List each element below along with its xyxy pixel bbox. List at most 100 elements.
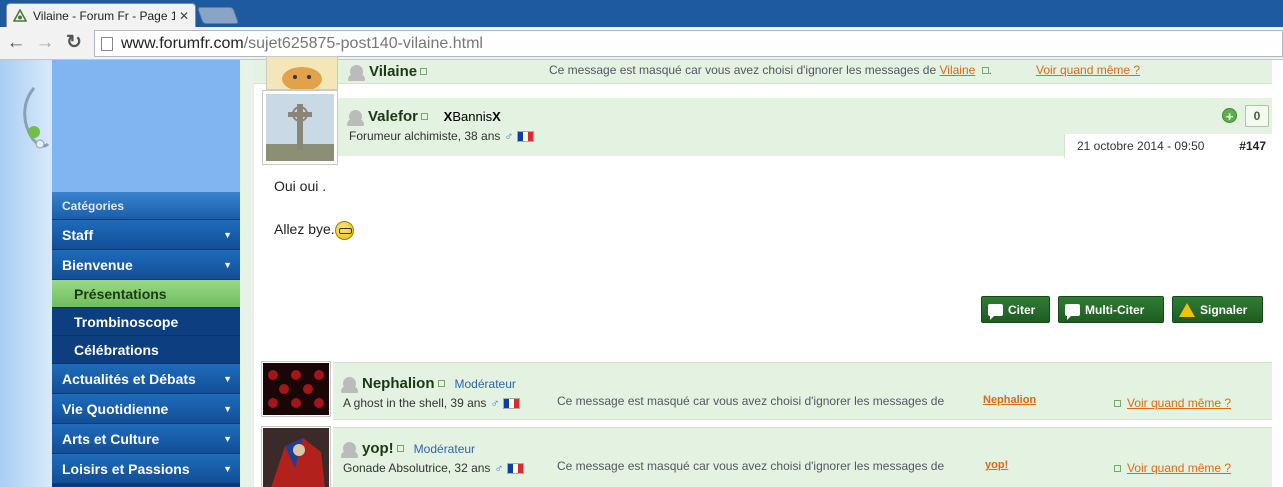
post-body-text: Allez bye. [274, 221, 335, 238]
plus-reputation-icon[interactable]: + [1222, 108, 1237, 124]
sidebar-subitem-celebrations[interactable]: Célébrations [52, 336, 240, 364]
post-nephalion-hidden: Nephalion Modérateur A ghost in the shell… [333, 362, 1272, 420]
sidebar-item-bienvenue[interactable]: Bienvenue ▼ [52, 250, 240, 280]
address-bar[interactable]: www.forumfr.com/sujet625875-post140-vila… [94, 30, 1283, 57]
report-button-label: Signaler [1200, 302, 1248, 317]
vilaine-user: Vilaine [348, 63, 428, 82]
sidebar-item-staff[interactable]: Staff ▼ [52, 220, 240, 250]
multi-quote-button[interactable]: Multi-Citer [1058, 296, 1164, 323]
male-gender-icon: ♂ [504, 129, 514, 143]
tab-close-icon[interactable]: ✕ [179, 9, 189, 23]
sidebar-subitem-presentations[interactable]: Présentations [52, 280, 240, 308]
ignored-user-link[interactable]: yop! [985, 459, 1008, 471]
external-link-icon[interactable] [421, 113, 429, 121]
nephalion-user: Nephalion Modérateur [341, 375, 516, 394]
quote-button-label: Citer [1008, 302, 1036, 317]
chevron-down-icon[interactable]: ▼ [223, 394, 232, 424]
avatar-nephalion[interactable] [261, 361, 331, 417]
user-silhouette-icon [347, 110, 364, 127]
see-anyway-link[interactable]: Voir quand même ? [1127, 461, 1231, 475]
new-tab-button[interactable] [196, 7, 240, 24]
hidden-message-text: Ce message est masqué car vous avez choi… [557, 459, 945, 473]
chevron-down-icon[interactable]: ▼ [223, 220, 232, 250]
post-vilaine-hidden: Vilaine Ce message est masqué car vous a… [254, 56, 1272, 91]
hidden-message-notice: Ce message est masqué car vous avez choi… [557, 459, 944, 473]
sidebar-subitem-trombinoscope[interactable]: Trombinoscope [52, 308, 240, 336]
hidden-message-text: Ce message est masqué car vous avez choi… [557, 394, 945, 408]
external-link-icon[interactable] [420, 68, 428, 76]
reload-icon[interactable]: ↻ [62, 31, 86, 55]
browser-tab[interactable]: Vilaine - Forum Fr - Page 1 ✕ [6, 3, 196, 27]
chevron-down-icon[interactable]: ▼ [223, 424, 232, 454]
sidebar-item-loisirs[interactable]: Loisirs et Passions ▼ [52, 454, 240, 484]
avatar-vilaine[interactable] [266, 56, 338, 91]
rank-text: A ghost in the shell, 39 ans [343, 396, 487, 410]
chevron-down-icon[interactable]: ▼ [223, 364, 232, 394]
username-nephalion[interactable]: Nephalion [362, 375, 435, 392]
rank-line-valefor: Forumeur alchimiste, 38 ans ♂ [349, 129, 535, 143]
multi-quote-button-label: Multi-Citer [1085, 302, 1145, 317]
external-link-icon[interactable] [396, 445, 404, 453]
sidebar-item-arts-culture[interactable]: Arts et Culture ▼ [52, 424, 240, 454]
sidebar-item-label: Vie Quotidienne [62, 401, 169, 417]
banned-status: XBannisX [444, 109, 501, 124]
post-date-bar: 21 octobre 2014 - 09:50 #147 [1064, 134, 1272, 158]
sidebar-item-label: Actualités et Débats [62, 371, 196, 387]
page-icon [101, 36, 113, 51]
categories-header: Catégories [52, 192, 240, 220]
username-vilaine[interactable]: Vilaine [369, 63, 417, 80]
avatar-valefor[interactable] [262, 90, 338, 165]
post-body-line1: Oui oui . [274, 178, 327, 194]
status-x: X [492, 109, 501, 125]
username-yop[interactable]: yop! [362, 440, 394, 457]
avatar-yop[interactable] [261, 426, 331, 487]
external-link-icon[interactable] [437, 380, 445, 388]
kitten-avatar-image [267, 57, 337, 91]
forum-logo-icon[interactable] [14, 82, 50, 154]
external-link-icon[interactable] [1114, 400, 1121, 407]
france-flag-icon [517, 131, 535, 143]
male-gender-icon: ♂ [494, 461, 504, 475]
user-silhouette-icon [341, 442, 358, 459]
sidebar-item-actualites[interactable]: Actualités et Débats ▼ [52, 364, 240, 394]
categories-sidebar: Catégories Staff ▼ Bienvenue ▼ Présentat… [52, 192, 240, 487]
username-valefor[interactable]: Valefor [368, 108, 418, 125]
post-number-link[interactable]: #147 [1239, 139, 1266, 153]
user-silhouette-icon [348, 65, 365, 82]
moderator-role: Modérateur [454, 376, 516, 391]
france-flag-icon [503, 398, 521, 410]
url-path: /sujet625875-post140-vilaine.html [243, 34, 483, 52]
chevron-down-icon[interactable]: ▼ [223, 250, 232, 280]
user-silhouette-icon [341, 377, 358, 394]
valefor-user: Valefor XBannisX [347, 108, 501, 127]
content-gutter [240, 60, 254, 487]
celtic-cross-avatar-image [266, 94, 334, 161]
external-link-icon[interactable] [981, 67, 989, 75]
forum-page: Catégories Staff ▼ Bienvenue ▼ Présentat… [0, 56, 1283, 487]
browser-toolbar: ← → ↻ www.forumfr.com/sujet625875-post14… [0, 27, 1283, 60]
cool-smiley-icon [334, 221, 354, 240]
yop-user: yop! Modérateur [341, 440, 476, 459]
post-yop-hidden: yop! Modérateur Gonade Absolutrice, 32 an… [333, 427, 1272, 487]
report-button[interactable]: Signaler [1172, 296, 1263, 323]
speech-bubble-icon [988, 303, 1003, 320]
back-icon[interactable]: ← [4, 31, 28, 55]
france-flag-icon [507, 463, 525, 475]
ignored-user-link[interactable]: Vilaine [939, 63, 975, 77]
post-date: 21 octobre 2014 - 09:50 [1077, 139, 1205, 153]
status-label: Bannis [452, 109, 493, 125]
url-host: www.forumfr.com [121, 34, 244, 52]
ignored-user-link[interactable]: Nephalion [983, 394, 1036, 406]
moderator-role: Modérateur [413, 441, 476, 456]
external-link-icon[interactable] [1114, 465, 1121, 472]
see-anyway-link[interactable]: Voir quand même ? [1127, 396, 1231, 410]
speech-bubble-icon [1065, 303, 1080, 320]
male-gender-icon: ♂ [490, 396, 500, 410]
see-anyway-link[interactable]: Voir quand même ? [1036, 63, 1140, 77]
quote-button[interactable]: Citer [981, 296, 1050, 323]
sidebar-item-vie-quotidienne[interactable]: Vie Quotidienne ▼ [52, 394, 240, 424]
hidden-message-text: Ce message est masqué car vous avez choi… [549, 63, 940, 77]
rank-text: Forumeur alchimiste, 38 ans [349, 129, 501, 143]
forward-icon[interactable]: → [33, 31, 57, 55]
chevron-down-icon[interactable]: ▼ [223, 454, 232, 484]
